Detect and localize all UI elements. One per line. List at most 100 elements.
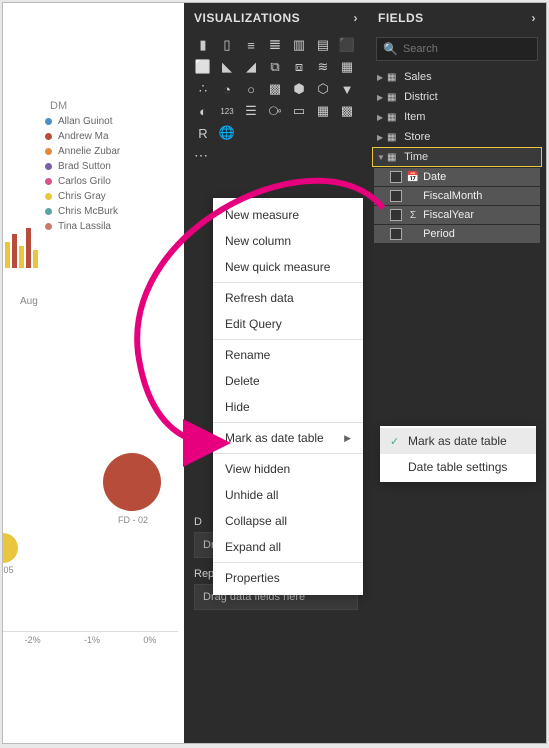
menu-new-quick-measure[interactable]: New quick measure (213, 254, 363, 280)
treemap-icon[interactable]: ▩ (264, 79, 286, 99)
field-fiscalyear[interactable]: Σ FiscalYear (374, 206, 540, 224)
context-menu: New measure New column New quick measure… (213, 198, 363, 595)
table-icon: ▦ (387, 132, 401, 143)
column-icon[interactable]: ▥ (288, 35, 310, 55)
report-canvas[interactable]: DM Allan Guinot Andrew Ma Annelie Zubar … (3, 3, 180, 743)
checkbox-icon[interactable] (390, 171, 402, 183)
scatter-chart: FD - 02 - 05 -2% -1% 0% (3, 373, 178, 653)
bar-chart: DM Allan Guinot Andrew Ma Annelie Zubar … (5, 8, 180, 318)
pie-icon[interactable]: ◔ (216, 79, 238, 99)
legend-item[interactable]: Annelie Zubar (45, 146, 120, 157)
matrix-icon[interactable]: ▩ (336, 101, 358, 121)
search-input[interactable]: 🔍 (376, 37, 538, 61)
bubble-marker[interactable] (103, 453, 161, 511)
clustered-column-icon[interactable]: 𝌆 (264, 35, 286, 55)
submenu-date-table-settings[interactable]: Date table settings (380, 454, 536, 480)
x-axis: -2% -1% 0% (3, 631, 178, 645)
chevron-right-icon[interactable]: › (532, 11, 537, 25)
field-fiscalmonth[interactable]: FiscalMonth (374, 187, 540, 205)
menu-properties[interactable]: Properties (213, 565, 363, 591)
legend-item[interactable]: Chris McBurk (45, 206, 120, 217)
gauge-icon[interactable]: ◐ (192, 101, 214, 121)
legend-item[interactable]: Chris Gray (45, 191, 120, 202)
table-icon[interactable]: ▦ (312, 101, 334, 121)
table-row-store[interactable]: ▶▦ Store (372, 127, 542, 147)
clustered-bar-icon[interactable]: ≡ (240, 35, 262, 55)
menu-delete[interactable]: Delete (213, 368, 363, 394)
checkbox-icon[interactable] (390, 228, 402, 240)
multi-card-icon[interactable]: ☰ (240, 101, 262, 121)
legend-item[interactable]: Carlos Grilo (45, 176, 120, 187)
stacked-bar-icon[interactable]: ▮ (192, 35, 214, 55)
table-icon: ▦ (387, 152, 401, 163)
menu-rename[interactable]: Rename (213, 342, 363, 368)
table-icon: ▦ (387, 112, 401, 123)
stacked-column-icon[interactable]: ▯ (216, 35, 238, 55)
more-options-icon[interactable]: ⋯ (184, 143, 368, 168)
search-field[interactable] (403, 43, 545, 55)
menu-hide[interactable]: Hide (213, 394, 363, 420)
menu-unhide-all[interactable]: Unhide all (213, 482, 363, 508)
filled-map-icon[interactable]: ⬡ (312, 79, 334, 99)
sigma-icon: Σ (406, 210, 420, 221)
legend-title: DM (50, 100, 67, 112)
bar-icon[interactable]: ▤ (312, 35, 334, 55)
table-icon: ▦ (387, 72, 401, 83)
checkbox-icon[interactable] (390, 190, 402, 202)
ribbon-icon[interactable]: ≋ (312, 57, 334, 77)
menu-view-hidden[interactable]: View hidden (213, 456, 363, 482)
panel-title: FIELDS (378, 11, 424, 25)
legend-item[interactable]: Andrew Ma (45, 131, 120, 142)
menu-collapse-all[interactable]: Collapse all (213, 508, 363, 534)
table-icon: ▦ (387, 92, 401, 103)
calendar-icon: 📅 (406, 172, 420, 183)
menu-new-measure[interactable]: New measure (213, 202, 363, 228)
menu-expand-all[interactable]: Expand all (213, 534, 363, 560)
bar-cluster (5, 218, 45, 268)
context-submenu: ✓Mark as date table Date table settings (380, 426, 536, 482)
legend-item[interactable]: Tina Lassila (45, 221, 120, 232)
checkbox-icon[interactable] (390, 209, 402, 221)
field-period[interactable]: Period (374, 225, 540, 243)
slicer-icon[interactable]: ▭ (288, 101, 310, 121)
chevron-right-icon[interactable]: › (354, 11, 359, 25)
kpi-icon[interactable]: ⧂ (264, 101, 286, 121)
map-icon[interactable]: ⬢ (288, 79, 310, 99)
menu-mark-as-date-table[interactable]: Mark as date table▶ (213, 425, 363, 451)
submenu-mark-as-date-table[interactable]: ✓Mark as date table (380, 428, 536, 454)
menu-new-column[interactable]: New column (213, 228, 363, 254)
bubble-label: FD - 02 (118, 515, 148, 525)
waterfall-icon[interactable]: ▦ (336, 57, 358, 77)
table-row-sales[interactable]: ▶▦ Sales (372, 67, 542, 87)
check-icon: ✓ (390, 435, 402, 448)
r-visual-icon[interactable]: R (192, 123, 214, 143)
column2-icon[interactable]: ⬛ (336, 35, 358, 55)
combo2-icon[interactable]: ⧈ (288, 57, 310, 77)
card-icon[interactable]: 123 (216, 101, 238, 121)
legend-item[interactable]: Brad Sutton (45, 161, 120, 172)
menu-refresh-data[interactable]: Refresh data (213, 285, 363, 311)
fields-panel: FIELDS › 🔍 ▶▦ Sales ▶▦ District ▶▦ Item … (368, 3, 546, 743)
field-date[interactable]: 📅 Date (374, 168, 540, 186)
bubble-label: - 05 (3, 565, 14, 575)
funnel-icon[interactable]: ▼ (336, 79, 358, 99)
legend-item[interactable]: Allan Guinot (45, 116, 120, 127)
line-icon[interactable]: ⬜ (192, 57, 214, 77)
table-row-item[interactable]: ▶▦ Item (372, 107, 542, 127)
x-axis-tick: Aug (20, 296, 38, 307)
table-row-time[interactable]: ▼▦ Time (372, 147, 542, 167)
search-icon: 🔍 (383, 42, 398, 56)
stacked-area-icon[interactable]: ◢ (240, 57, 262, 77)
chevron-right-icon: ▶ (344, 433, 351, 444)
bubble-marker[interactable] (3, 533, 18, 563)
menu-edit-query[interactable]: Edit Query (213, 311, 363, 337)
legend: Allan Guinot Andrew Ma Annelie Zubar Bra… (45, 116, 120, 236)
scatter-icon[interactable]: ∴ (192, 79, 214, 99)
visualization-gallery: ▮ ▯ ≡ 𝌆 ▥ ▤ ⬛ ⬜ ◣ ◢ ⧉ ⧈ ≋ ▦ ∴ ◔ ○ ▩ ⬢ ⬡ … (184, 33, 368, 143)
globe-icon[interactable]: 🌐 (216, 123, 238, 143)
donut-icon[interactable]: ○ (240, 79, 262, 99)
combo-icon[interactable]: ⧉ (264, 57, 286, 77)
panel-title: VISUALIZATIONS (194, 11, 300, 25)
table-row-district[interactable]: ▶▦ District (372, 87, 542, 107)
area-icon[interactable]: ◣ (216, 57, 238, 77)
